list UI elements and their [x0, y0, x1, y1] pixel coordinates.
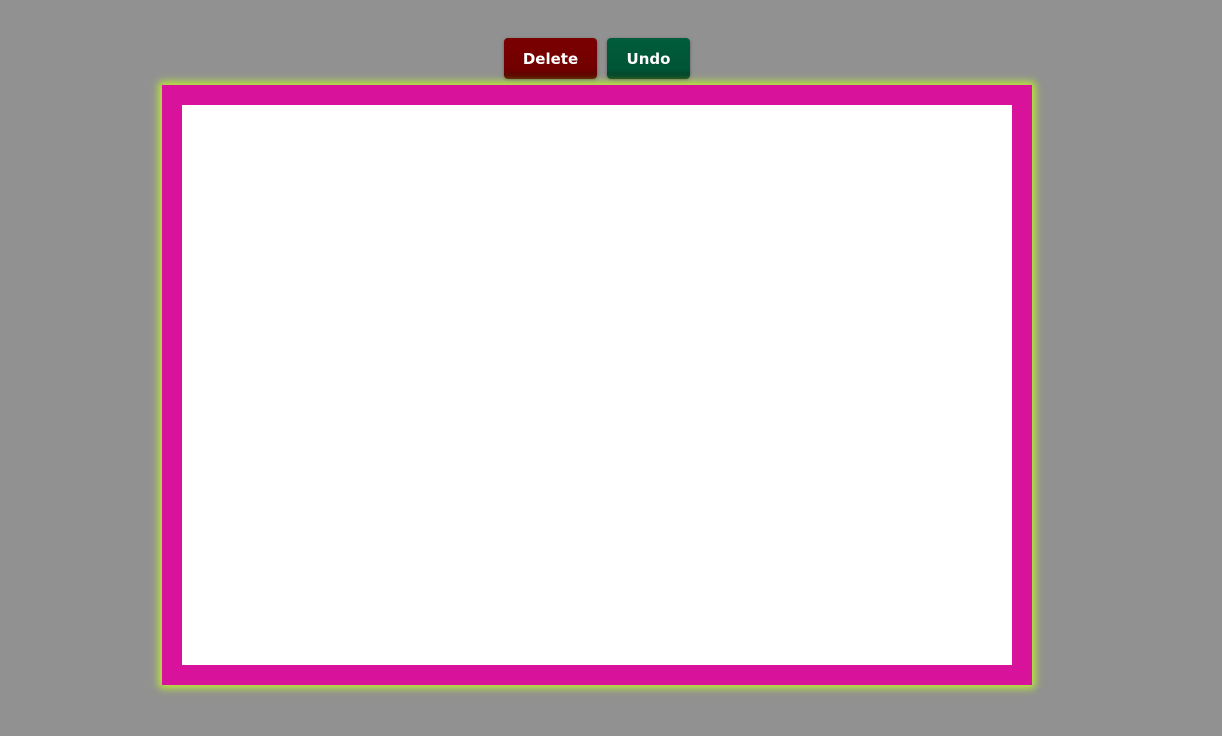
- delete-button[interactable]: Delete: [504, 38, 597, 79]
- toolbar: Delete Undo: [504, 38, 690, 79]
- page: Delete Undo: [0, 0, 1222, 736]
- undo-button[interactable]: Undo: [607, 38, 690, 79]
- canvas-frame: [162, 85, 1032, 685]
- drawing-canvas[interactable]: [182, 105, 1012, 665]
